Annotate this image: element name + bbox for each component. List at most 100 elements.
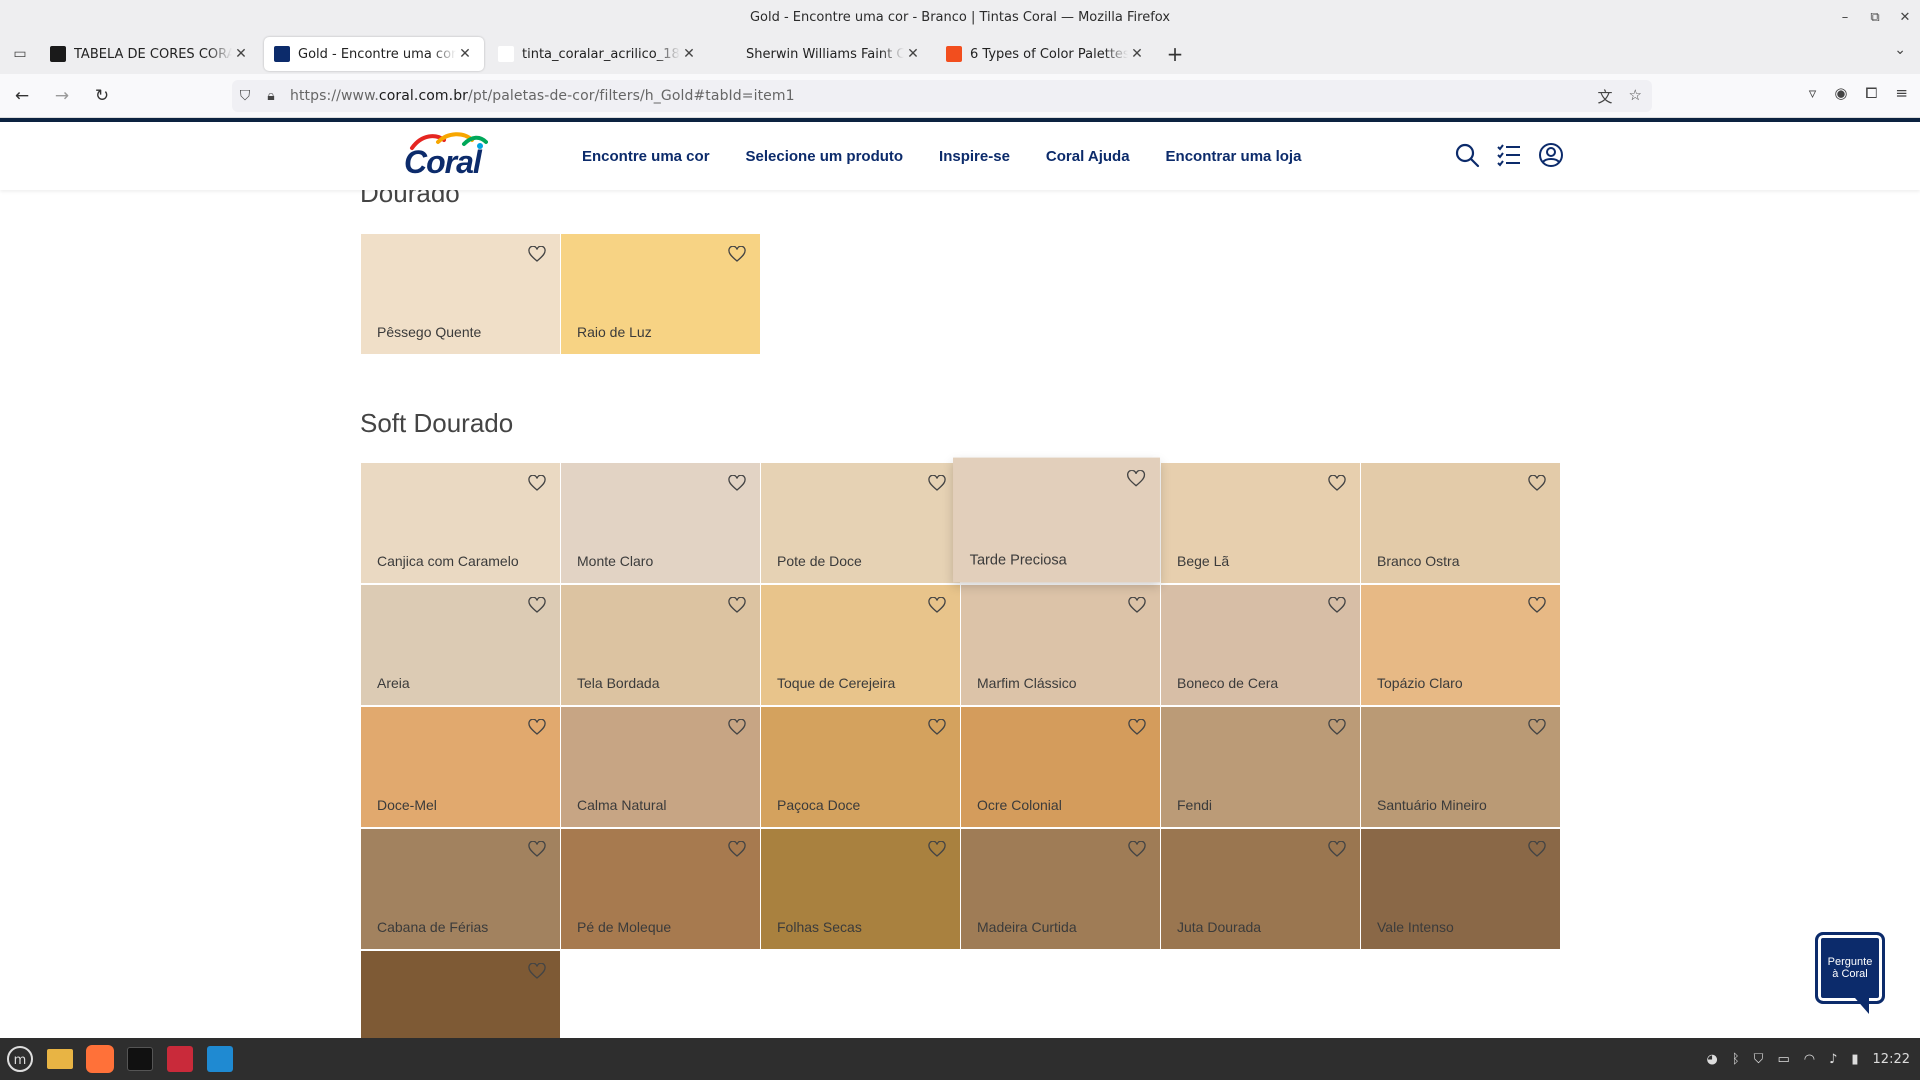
account-icon[interactable]: ◉ (1834, 84, 1847, 102)
favorite-heart-icon[interactable] (1528, 841, 1546, 857)
color-card[interactable]: Pé de Moleque (561, 829, 760, 949)
url-text[interactable]: https://www.coral.com.br/pt/paletas-de-c… (290, 88, 795, 104)
coral-logo[interactable]: Coral (402, 132, 502, 184)
minimize-icon[interactable]: – (1830, 10, 1860, 25)
favorite-heart-icon[interactable] (1328, 719, 1346, 735)
favorite-heart-icon[interactable] (1528, 597, 1546, 613)
color-card[interactable]: Raio de Luz (561, 234, 760, 354)
nav-encontrar-uma-loja[interactable]: Encontrar uma loja (1166, 148, 1302, 165)
favorite-heart-icon[interactable] (528, 719, 546, 735)
list-all-tabs-icon[interactable]: ⌄ (1894, 42, 1906, 58)
favorite-heart-icon[interactable] (728, 597, 746, 613)
favorite-heart-icon[interactable] (528, 246, 546, 262)
color-card[interactable]: Pêssego Quente (361, 234, 560, 354)
color-card[interactable]: Tela Bordada (561, 585, 760, 705)
color-card[interactable]: Vale Intenso (1361, 829, 1560, 949)
color-card[interactable]: Cabana de Férias (361, 829, 560, 949)
nav-selecione-um-produto[interactable]: Selecione um produto (746, 148, 904, 165)
color-card[interactable]: Madeira Curtida (961, 829, 1160, 949)
maximize-icon[interactable]: ⧉ (1860, 10, 1890, 25)
favorite-heart-icon[interactable] (1328, 597, 1346, 613)
color-card[interactable]: Canjica com Caramelo (361, 463, 560, 583)
favorite-heart-icon[interactable] (528, 475, 546, 491)
favorite-heart-icon[interactable] (728, 841, 746, 857)
clock[interactable]: 12:22 (1873, 1052, 1910, 1067)
volume-icon[interactable]: ♪ (1829, 1052, 1837, 1067)
favorite-heart-icon[interactable] (928, 841, 946, 857)
user-account-icon[interactable] (1536, 140, 1566, 170)
color-card[interactable]: Doce-Mel (361, 707, 560, 827)
close-tab-icon[interactable]: ✕ (680, 46, 698, 62)
color-card[interactable]: Areia (361, 585, 560, 705)
search-icon[interactable] (1452, 140, 1482, 170)
vscode-icon[interactable] (200, 1038, 240, 1080)
back-icon[interactable]: ← (4, 80, 40, 112)
color-card[interactable]: Topázio Claro (1361, 585, 1560, 705)
color-card[interactable]: Paçoca Doce (761, 707, 960, 827)
favorite-heart-icon[interactable] (1528, 475, 1546, 491)
battery-icon[interactable]: ▮ (1851, 1052, 1858, 1067)
browser-tab[interactable]: 6 Types of Color Palettes: D✕ (936, 37, 1156, 71)
color-card[interactable] (361, 951, 560, 1038)
color-card[interactable]: Marfim Clássico (961, 585, 1160, 705)
firefox-view-icon[interactable]: ▭ (0, 34, 40, 74)
close-tab-icon[interactable]: ✕ (904, 46, 922, 62)
color-card[interactable]: Folhas Secas (761, 829, 960, 949)
reload-icon[interactable]: ↻ (84, 80, 120, 112)
color-card[interactable]: Bege Lã (1161, 463, 1360, 583)
app-red-icon[interactable] (160, 1038, 200, 1080)
file-manager-icon[interactable] (40, 1038, 80, 1080)
pocket-icon[interactable]: ▿ (1809, 84, 1817, 102)
start-menu-icon[interactable]: m (0, 1038, 40, 1080)
favorite-heart-icon[interactable] (728, 246, 746, 262)
close-tab-icon[interactable]: ✕ (232, 46, 250, 62)
favorite-heart-icon[interactable] (1128, 719, 1146, 735)
favorite-heart-icon[interactable] (928, 719, 946, 735)
favorite-heart-icon[interactable] (1127, 470, 1146, 487)
browser-tab[interactable]: Gold - Encontre uma cor - Br✕ (264, 37, 484, 71)
favorite-heart-icon[interactable] (528, 841, 546, 857)
browser-tab[interactable]: tinta_coralar_acrilico_18l_co✕ (488, 37, 708, 71)
favorite-heart-icon[interactable] (928, 597, 946, 613)
new-tab-button[interactable]: + (1160, 42, 1190, 66)
firefox-taskbar-icon[interactable] (80, 1038, 120, 1080)
menu-icon[interactable]: ≡ (1895, 84, 1908, 102)
nav-coral-ajuda[interactable]: Coral Ajuda (1046, 148, 1130, 165)
color-card[interactable]: Calma Natural (561, 707, 760, 827)
color-card[interactable]: Boneco de Cera (1161, 585, 1360, 705)
extensions-icon[interactable]: ⧠ (1865, 84, 1877, 102)
color-card[interactable]: Toque de Cerejeira (761, 585, 960, 705)
color-card[interactable]: Monte Claro (561, 463, 760, 583)
favorite-heart-icon[interactable] (728, 475, 746, 491)
color-card[interactable]: Ocre Colonial (961, 707, 1160, 827)
nav-inspire-se[interactable]: Inspire-se (939, 148, 1010, 165)
storage-icon[interactable]: ▭ (1777, 1052, 1789, 1067)
favorite-heart-icon[interactable] (928, 475, 946, 491)
bookmark-star-icon[interactable]: ☆ (1629, 86, 1642, 107)
browser-tab[interactable]: TABELA DE CORES CORAL -✕ (40, 37, 260, 71)
translate-icon[interactable]: 文 (1598, 86, 1613, 107)
checklist-icon[interactable] (1494, 140, 1524, 170)
favorite-heart-icon[interactable] (728, 719, 746, 735)
terminal-icon[interactable] (120, 1038, 160, 1080)
color-card[interactable]: Juta Dourada (1161, 829, 1360, 949)
favorite-heart-icon[interactable] (1328, 475, 1346, 491)
color-card[interactable]: Santuário Mineiro (1361, 707, 1560, 827)
favorite-heart-icon[interactable] (1328, 841, 1346, 857)
shield-icon[interactable]: ⛉ (232, 88, 258, 104)
close-window-icon[interactable]: ✕ (1890, 10, 1920, 25)
pergunte-a-coral-chat-button[interactable]: Pergunte à Coral (1815, 932, 1885, 1018)
favorite-heart-icon[interactable] (528, 597, 546, 613)
favorite-heart-icon[interactable] (1528, 719, 1546, 735)
discord-icon[interactable]: ◕ (1707, 1052, 1718, 1067)
color-card[interactable]: Fendi (1161, 707, 1360, 827)
favorite-heart-icon[interactable] (528, 963, 546, 979)
favorite-heart-icon[interactable] (1128, 597, 1146, 613)
shield-tray-icon[interactable]: ⛉ (1754, 1052, 1764, 1067)
wifi-icon[interactable]: ◠ (1804, 1052, 1815, 1067)
forward-icon[interactable]: → (44, 80, 80, 112)
color-card[interactable]: Tarde Preciosa (953, 457, 1160, 583)
address-bar[interactable]: ⛉ 🔒︎ https://www.coral.com.br/pt/paletas… (232, 80, 1652, 112)
close-tab-icon[interactable]: ✕ (1128, 46, 1146, 62)
bluetooth-icon[interactable]: ᛒ (1732, 1052, 1740, 1067)
